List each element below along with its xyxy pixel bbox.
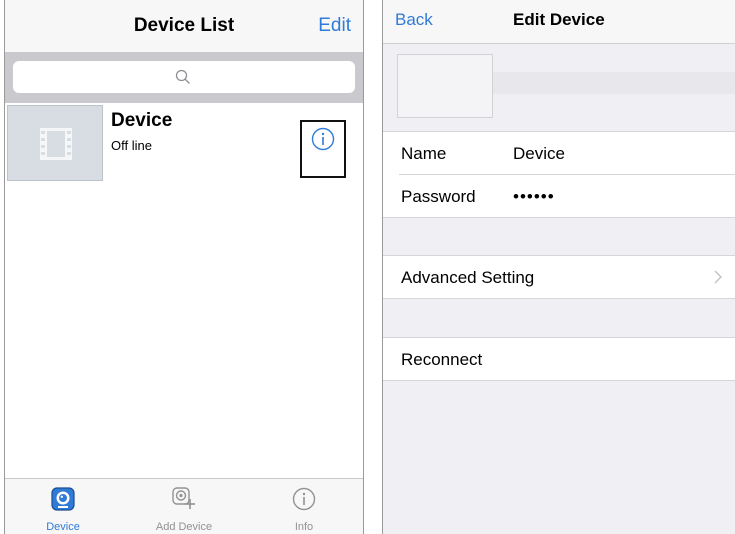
credentials-group: Name Device Password •••••• xyxy=(383,131,735,218)
device-thumbnail xyxy=(7,105,103,181)
tab-label: Info xyxy=(294,521,314,533)
search-input[interactable] xyxy=(13,61,355,93)
info-icon xyxy=(311,127,335,151)
info-icon xyxy=(292,487,316,511)
password-row[interactable]: Password •••••• xyxy=(399,174,735,217)
navigation-bar: Back Edit Device xyxy=(383,0,735,44)
password-field[interactable]: •••••• xyxy=(513,187,555,207)
photo-placeholder-bar xyxy=(493,72,735,94)
device-list-screen: Device List Edit Device Off line Device … xyxy=(4,0,364,534)
search-bar xyxy=(5,53,363,103)
advanced-group: Advanced Setting xyxy=(383,255,735,299)
film-icon xyxy=(40,128,72,160)
name-field[interactable]: Device xyxy=(513,144,565,164)
name-label: Name xyxy=(401,144,447,163)
chevron-right-icon xyxy=(714,270,722,284)
page-title: Device List xyxy=(133,15,235,36)
reconnect-group: Reconnect xyxy=(383,337,735,381)
back-button[interactable]: Back xyxy=(395,10,433,30)
edit-device-screen: Back Edit Device Name Device Password ••… xyxy=(382,0,735,534)
tab-label: Device xyxy=(46,521,80,533)
device-photo[interactable] xyxy=(397,54,493,118)
page-title: Edit Device xyxy=(513,10,605,29)
tab-add-device[interactable]: Add Device xyxy=(134,479,234,534)
device-photo-section xyxy=(383,44,735,130)
advanced-setting-row[interactable]: Advanced Setting xyxy=(383,256,735,298)
edit-button[interactable]: Edit xyxy=(318,15,351,37)
navigation-bar: Device List Edit xyxy=(5,0,363,53)
reconnect-label: Reconnect xyxy=(401,350,483,369)
tab-label: Add Device xyxy=(155,521,213,533)
tab-bar: Device Add Device Info xyxy=(5,478,363,534)
device-info-button[interactable] xyxy=(300,120,346,178)
camera-icon xyxy=(51,487,75,511)
device-status: Off line xyxy=(111,138,152,153)
tab-device[interactable]: Device xyxy=(13,479,113,534)
advanced-setting-label: Advanced Setting xyxy=(401,268,535,287)
device-list-item[interactable]: Device Off line xyxy=(5,104,363,182)
password-label: Password xyxy=(401,187,476,206)
reconnect-row[interactable]: Reconnect xyxy=(383,338,735,380)
add-camera-icon xyxy=(172,487,195,509)
tab-info[interactable]: Info xyxy=(254,479,354,534)
search-icon xyxy=(175,69,190,84)
device-name: Device xyxy=(111,110,173,131)
name-row[interactable]: Name Device xyxy=(383,132,735,174)
